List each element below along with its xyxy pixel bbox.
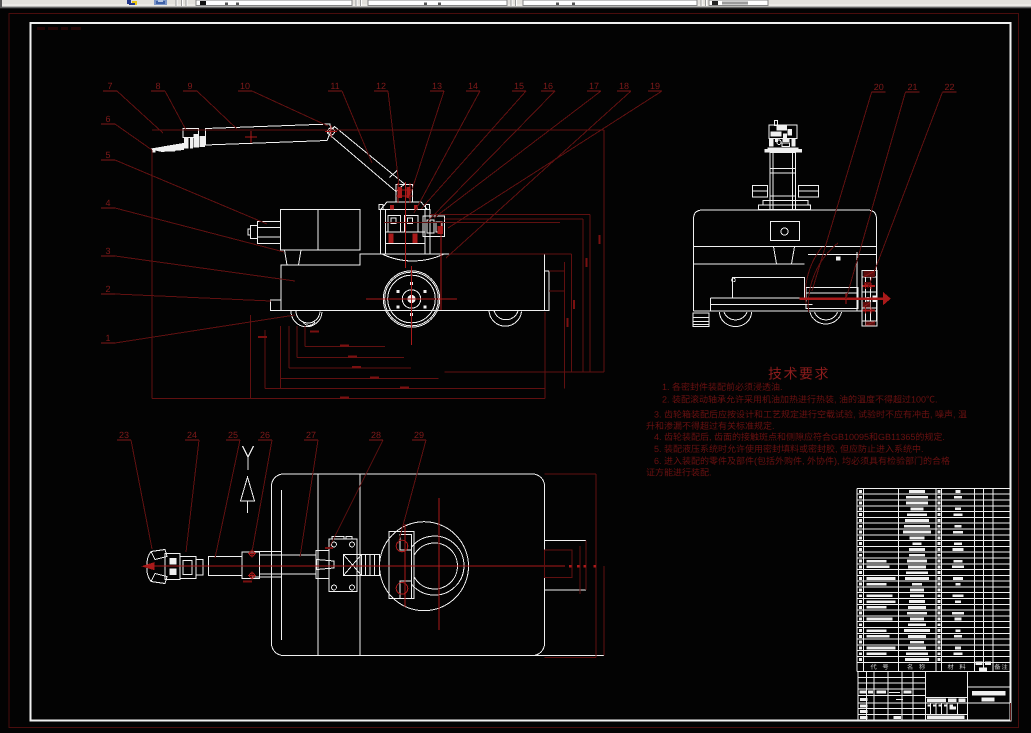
svg-text:29: 29: [414, 430, 424, 440]
svg-text:13: 13: [432, 81, 442, 91]
svg-text:17: 17: [589, 81, 599, 91]
svg-text:9: 9: [187, 81, 192, 91]
svg-text:10: 10: [240, 81, 250, 91]
svg-text:技术要求: 技术要求: [768, 366, 830, 382]
svg-text:证方能进行装配.: 证方能进行装配.: [646, 468, 712, 478]
svg-text:24: 24: [187, 430, 197, 440]
svg-text:15: 15: [514, 81, 524, 91]
svg-text:21: 21: [907, 82, 917, 92]
svg-text:名 称: 名 称: [907, 663, 927, 671]
svg-text:7: 7: [107, 81, 112, 91]
svg-text:1: 1: [105, 333, 110, 343]
svg-text:升和渗漏不得超过有关标准规定.: 升和渗漏不得超过有关标准规定.: [646, 421, 775, 431]
svg-text:12: 12: [376, 81, 386, 91]
svg-text:6. 进入装配的零件及部件(包括外购件, 外协件), 均必须: 6. 进入装配的零件及部件(包括外购件, 外协件), 均必须具有检验部门的合格: [654, 456, 950, 466]
svg-text:28: 28: [371, 430, 381, 440]
svg-text:材 料: 材 料: [947, 663, 967, 671]
svg-text:6: 6: [105, 114, 110, 124]
svg-text:20: 20: [874, 82, 884, 92]
svg-text:3. 齿轮箱装配后应按设计和工艺规定进行空载试验, 试验时不: 3. 齿轮箱装配后应按设计和工艺规定进行空载试验, 试验时不应有冲击, 噪声, …: [654, 410, 967, 420]
svg-text:19: 19: [650, 81, 660, 91]
svg-text:备注: 备注: [994, 663, 1008, 671]
svg-text:26: 26: [260, 430, 270, 440]
svg-text:27: 27: [306, 430, 316, 440]
svg-text:11: 11: [330, 81, 339, 91]
svg-text:18: 18: [619, 81, 629, 91]
svg-text:2. 装配滚动轴承允许采用机油加热进行热装, 油的温度不得超: 2. 装配滚动轴承允许采用机油加热进行热装, 油的温度不得超过100℃.: [662, 394, 938, 404]
svg-text:3: 3: [105, 246, 110, 256]
svg-text:4. 齿轮装配后, 齿面的接触斑点和侧隙应符合GB10095: 4. 齿轮装配后, 齿面的接触斑点和侧隙应符合GB10095和GB11365的规…: [654, 432, 945, 442]
svg-text:8: 8: [155, 81, 160, 91]
svg-text:14: 14: [468, 81, 478, 91]
svg-text:1. 各密封件装配前必须浸透油.: 1. 各密封件装配前必须浸透油.: [662, 382, 783, 392]
svg-text:4: 4: [105, 198, 110, 208]
svg-text:5: 5: [105, 150, 110, 160]
svg-text:22: 22: [944, 82, 954, 92]
svg-text:代 号: 代 号: [870, 663, 890, 671]
svg-text:25: 25: [228, 430, 238, 440]
svg-text:5. 装配液压系统时允许使用密封填料或密封胶, 但应防止进入: 5. 装配液压系统时允许使用密封填料或密封胶, 但应防止进入系统中.: [654, 444, 924, 454]
svg-text:23: 23: [119, 430, 129, 440]
svg-text:16: 16: [543, 81, 553, 91]
svg-text:2: 2: [105, 284, 110, 294]
